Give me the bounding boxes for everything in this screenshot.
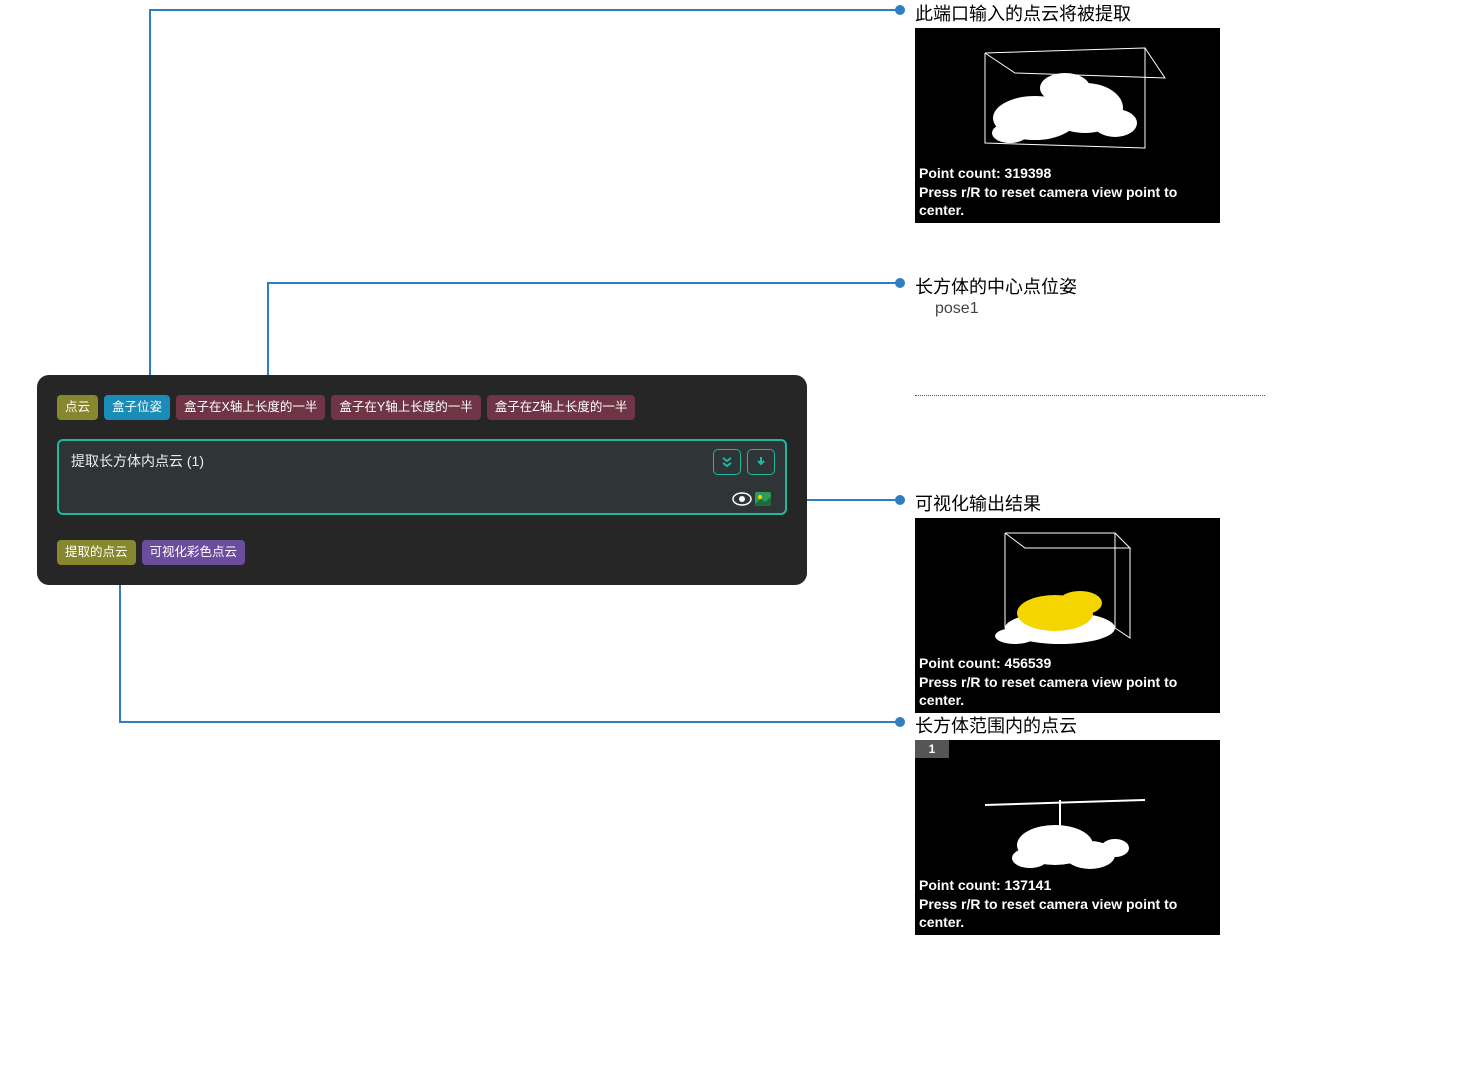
port-label: 可视化彩色点云 — [150, 544, 238, 561]
input-port-1[interactable]: 盒子位姿 — [104, 395, 170, 420]
visualize-toggle[interactable] — [731, 491, 771, 507]
preview-input-cloud: Point count: 319398 Press r/R to reset c… — [915, 28, 1220, 223]
eye-icon — [731, 491, 753, 507]
cloud-visual-2 — [915, 518, 1220, 673]
port-label: 提取的点云 — [65, 544, 128, 561]
annotation-input-cloud: 此端口输入的点云将被提取 — [915, 0, 1131, 26]
image-icon — [755, 492, 771, 506]
annotation-box-pose: 长方体的中心点位姿 — [915, 273, 1077, 299]
output-port-0[interactable]: 提取的点云 — [57, 540, 136, 565]
node-title: 提取长方体内点云 (1) — [71, 451, 773, 471]
annotation-visual-output: 可视化输出结果 — [915, 490, 1041, 516]
node-body[interactable]: 提取长方体内点云 (1) — [57, 439, 787, 515]
cloud-visual-1 — [915, 28, 1220, 183]
input-port-4[interactable]: 盒子在Z轴上长度的一半 — [487, 395, 636, 420]
point-count-3: Point count: 137141 — [919, 876, 1220, 894]
input-port-0[interactable]: 点云 — [57, 395, 98, 420]
conn-end-2 — [895, 278, 905, 288]
port-label: 盒子在Z轴上长度的一半 — [495, 399, 628, 416]
reset-hint-1: Press r/R to reset camera view point to … — [919, 183, 1220, 219]
download-button[interactable] — [747, 449, 775, 475]
conn-end-4 — [895, 717, 905, 727]
preview-extracted-cloud: 1 Point count: 137141 Press r/R to reset… — [915, 740, 1220, 935]
point-count-2: Point count: 456539 — [919, 654, 1220, 672]
input-port-3[interactable]: 盒子在Y轴上长度的一半 — [331, 395, 480, 420]
node-extract-box-cloud[interactable]: 点云盒子位姿盒子在X轴上长度的一半盒子在Y轴上长度的一半盒子在Z轴上长度的一半 … — [37, 375, 807, 585]
port-label: 盒子在Y轴上长度的一半 — [339, 399, 472, 416]
output-ports: 提取的点云 可视化彩色点云 — [57, 540, 245, 565]
reset-hint-2: Press r/R to reset camera view point to … — [919, 673, 1220, 709]
expand-button[interactable] — [713, 449, 741, 475]
port-label: 盒子位姿 — [112, 399, 162, 416]
preview-visual-output: Point count: 456539 Press r/R to reset c… — [915, 518, 1220, 713]
annotation-extracted-cloud: 长方体范围内的点云 — [915, 712, 1077, 738]
conn-end-1 — [895, 5, 905, 15]
input-port-2[interactable]: 盒子在X轴上长度的一半 — [176, 395, 325, 420]
reset-hint-3: Press r/R to reset camera view point to … — [919, 895, 1220, 931]
conn-end-3 — [895, 495, 905, 505]
port-label: 盒子在X轴上长度的一半 — [184, 399, 317, 416]
cloud-visual-3 — [915, 740, 1220, 895]
input-ports: 点云 盒子位姿 盒子在X轴上长度的一半 盒子在Y轴上长度的一半 盒子在Z轴上长度的一半 — [57, 395, 635, 420]
separator — [915, 395, 1265, 396]
annotation-box-pose-sub: pose1 — [935, 300, 979, 318]
output-port-1[interactable]: 可视化彩色点云 — [142, 540, 246, 565]
point-count-1: Point count: 319398 — [919, 164, 1220, 182]
port-label: 点云 — [65, 399, 90, 416]
